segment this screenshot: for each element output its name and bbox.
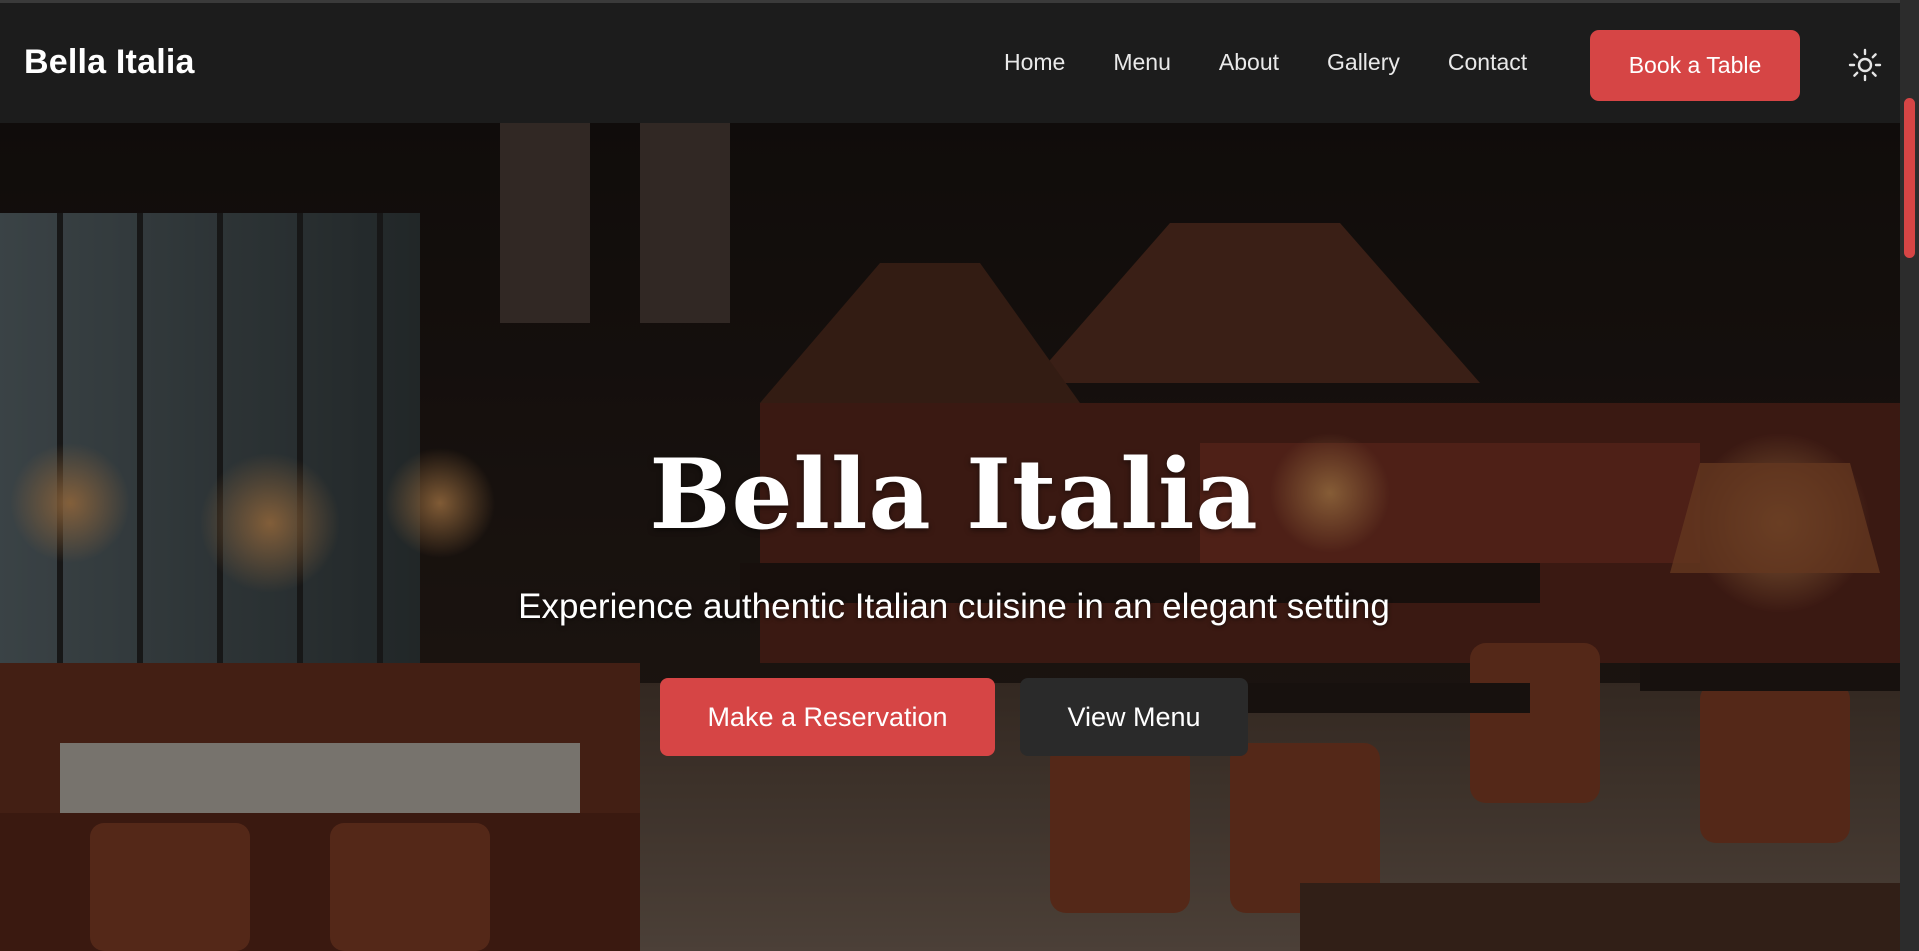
viewport: Bella Italia Home Menu About Gallery Con… [0, 0, 1900, 951]
hero-section: Bella Italia Experience authentic Italia… [0, 123, 1900, 951]
hero-subtitle: Experience authentic Italian cuisine in … [518, 587, 1390, 626]
navbar: Bella Italia Home Menu About Gallery Con… [0, 0, 1900, 123]
nav-link-contact[interactable]: Contact [1448, 49, 1527, 76]
page-scrollbar[interactable] [1900, 0, 1919, 951]
hero-buttons: Make a Reservation View Menu [660, 678, 1248, 756]
brand-logo[interactable]: Bella Italia [24, 43, 195, 82]
hero-title: Bella Italia [649, 438, 1259, 551]
nav-link-home[interactable]: Home [1004, 49, 1065, 76]
nav-link-gallery[interactable]: Gallery [1327, 49, 1400, 76]
book-table-button[interactable]: Book a Table [1590, 30, 1800, 101]
sun-icon[interactable] [1848, 48, 1882, 82]
scrollbar-thumb[interactable] [1904, 98, 1915, 258]
nav-link-about[interactable]: About [1219, 49, 1279, 76]
nav-links: Home Menu About Gallery Contact [1004, 49, 1575, 76]
nav-link-menu[interactable]: Menu [1113, 49, 1171, 76]
view-menu-button[interactable]: View Menu [1020, 678, 1248, 756]
make-reservation-button[interactable]: Make a Reservation [660, 678, 995, 756]
sun-icon-graphic [1848, 48, 1882, 82]
